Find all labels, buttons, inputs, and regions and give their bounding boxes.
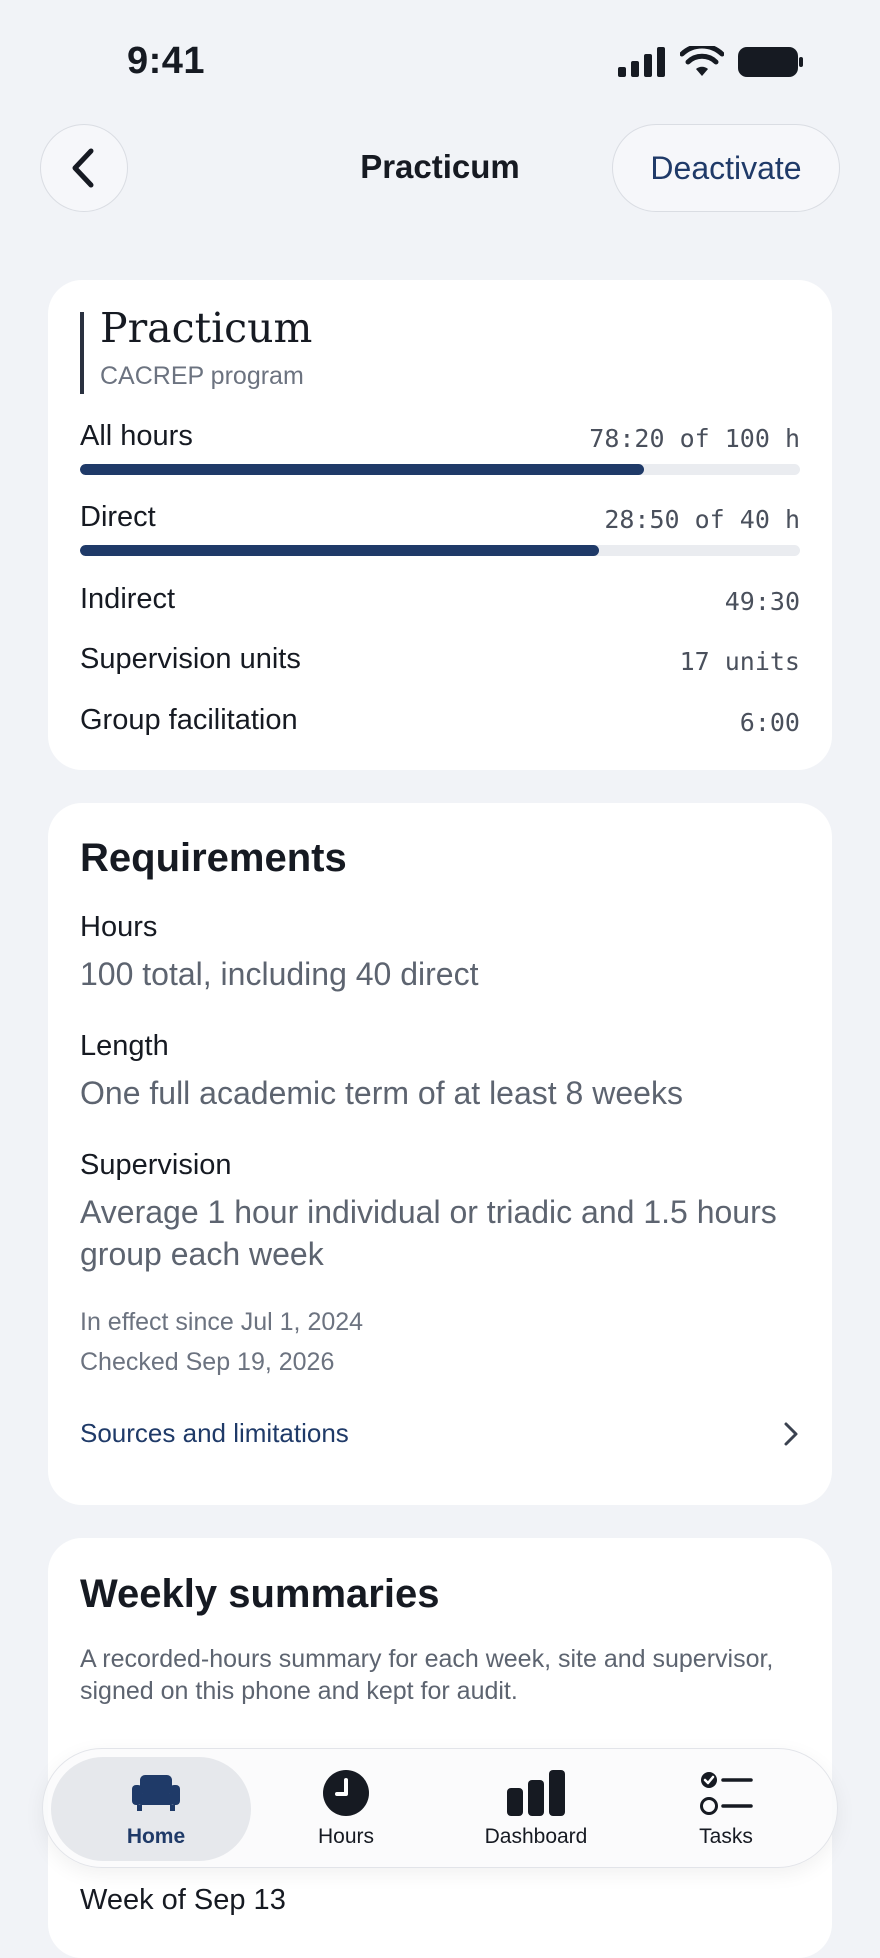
deactivate-button[interactable]: Deactivate xyxy=(612,124,840,212)
bar-chart-icon xyxy=(507,1770,565,1816)
program-accent-line xyxy=(80,312,84,394)
weekly-description: A recorded-hours summary for each week, … xyxy=(80,1645,774,1705)
req-supervision-value: Average 1 hour individual or triadic and… xyxy=(80,1194,777,1272)
supervision-units-label: Supervision units xyxy=(80,643,301,675)
armchair-icon xyxy=(132,1775,180,1811)
tab-home[interactable]: Home xyxy=(61,1749,251,1869)
all-hours-value: 78:20 of 100 h xyxy=(589,424,800,453)
sources-link[interactable]: Sources and limitations xyxy=(80,1418,349,1449)
wifi-icon xyxy=(680,46,724,76)
tab-home-label: Home xyxy=(126,1825,186,1848)
status-icons xyxy=(618,46,804,78)
all-hours-progress xyxy=(80,464,800,475)
program-type: CACREP program xyxy=(100,362,304,390)
direct-hours-label: Direct xyxy=(80,501,156,533)
all-hours-label: All hours xyxy=(80,420,193,452)
direct-hours-value: 28:50 of 40 h xyxy=(604,505,800,534)
indirect-value: 49:30 xyxy=(724,587,800,616)
effective-date: In effect since Jul 1, 2024 xyxy=(80,1308,364,1336)
tab-bar: Home Hours Dashboard Tasks xyxy=(42,1748,838,1868)
weekly-title: Weekly summaries xyxy=(80,1572,440,1616)
req-length-label: Length xyxy=(80,1030,169,1062)
supervision-units-value: 17 units xyxy=(679,647,800,676)
week-item-label[interactable]: Week of Sep 13 xyxy=(80,1884,286,1917)
checked-date: Checked Sep 19, 2026 xyxy=(80,1348,335,1376)
sources-link-row[interactable]: Sources and limitations xyxy=(80,1412,800,1460)
req-length-value: One full academic term of at least 8 wee… xyxy=(80,1075,683,1111)
requirements-title: Requirements xyxy=(80,836,347,880)
tab-dashboard-label: Dashboard xyxy=(484,1825,588,1848)
all-hours-progress-fill xyxy=(80,464,644,475)
direct-hours-progress-fill xyxy=(80,545,600,556)
tab-hours-label: Hours xyxy=(317,1825,375,1848)
tab-dashboard[interactable]: Dashboard xyxy=(441,1749,631,1869)
req-hours-label: Hours xyxy=(80,911,158,943)
indirect-label: Indirect xyxy=(80,583,176,615)
chevron-right-icon xyxy=(784,1422,798,1446)
program-name: Practicum xyxy=(100,304,313,352)
clock-icon xyxy=(323,1770,369,1816)
direct-hours-progress xyxy=(80,545,800,556)
battery-icon xyxy=(738,47,803,77)
tab-tasks-label: Tasks xyxy=(699,1825,753,1848)
group-facilitation-value: 6:00 xyxy=(739,708,800,737)
cellular-signal-icon xyxy=(618,47,665,77)
req-supervision-label: Supervision xyxy=(80,1149,232,1181)
checklist-icon xyxy=(700,1772,753,1815)
status-time: 9:41 xyxy=(127,40,206,82)
req-hours-value: 100 total, including 40 direct xyxy=(80,956,479,992)
tab-tasks[interactable]: Tasks xyxy=(631,1749,821,1869)
group-facilitation-label: Group facilitation xyxy=(80,704,298,736)
tab-hours[interactable]: Hours xyxy=(251,1749,441,1869)
